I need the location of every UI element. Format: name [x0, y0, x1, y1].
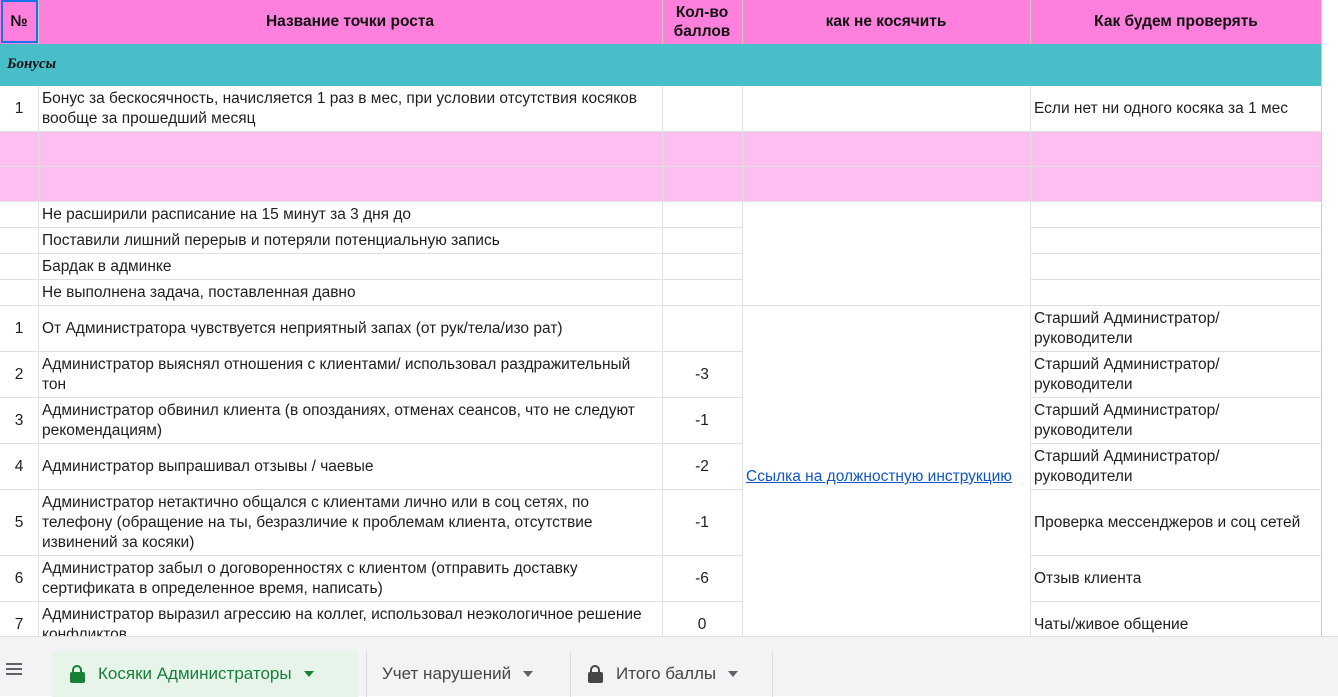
row-num[interactable]: 5: [0, 490, 38, 556]
header-how-not[interactable]: как не косячить: [742, 0, 1030, 44]
chevron-down-icon[interactable]: [303, 671, 314, 677]
link-text[interactable]: Ссылка на должностную инструкцию: [746, 467, 1012, 487]
lock-icon: [70, 665, 85, 683]
plain-row-name[interactable]: Не расширили расписание на 15 минут за 3…: [38, 202, 662, 228]
pink-empty-row[interactable]: [0, 166, 1322, 201]
plain-row-name[interactable]: Не выполнена задача, поставленная давно: [38, 280, 662, 306]
section-title: Бонусы: [7, 56, 57, 72]
chevron-down-icon[interactable]: [728, 671, 739, 677]
row-points[interactable]: -2: [662, 444, 742, 490]
pink-empty-row[interactable]: [0, 131, 1322, 166]
row-name[interactable]: Администратор обвинил клиента (в опоздан…: [38, 398, 662, 444]
header-points[interactable]: Кол-во баллов: [662, 0, 742, 44]
row-num[interactable]: 2: [0, 352, 38, 398]
row-num[interactable]: 4: [0, 444, 38, 490]
row-check[interactable]: Старший Администратор/руководители: [1030, 306, 1322, 352]
spreadsheet-grid[interactable]: № Название точки роста Кол-во баллов как…: [0, 0, 1338, 636]
row-check[interactable]: Старший Администратор/руководители: [1030, 444, 1322, 490]
row-check[interactable]: Старший Администратор/руководители: [1030, 398, 1322, 444]
bonus-num[interactable]: 1: [0, 86, 38, 131]
row-name[interactable]: Администратор нетактично общался с клиен…: [38, 490, 662, 556]
plain-row-name[interactable]: Поставили лишний перерыв и потеряли поте…: [38, 228, 662, 254]
lock-icon: [588, 665, 603, 683]
row-check[interactable]: Отзыв клиента: [1030, 556, 1322, 602]
row-num[interactable]: 7: [0, 602, 38, 636]
row-points[interactable]: -3: [662, 352, 742, 398]
header-check[interactable]: Как будем проверять: [1030, 0, 1322, 44]
header-name[interactable]: Название точки роста: [38, 0, 662, 44]
row-points[interactable]: 0: [662, 602, 742, 636]
tab-label: Учет нарушений: [382, 664, 512, 683]
tab-label: Косяки Администраторы: [98, 664, 292, 683]
plain-row-name[interactable]: Бардак в админке: [38, 254, 662, 280]
row-num[interactable]: 1: [0, 306, 38, 352]
bonus-name[interactable]: Бонус за бескосячность, начисляется 1 ра…: [38, 86, 662, 131]
tab-itogo-bally[interactable]: Итого баллы: [570, 651, 770, 697]
row-check[interactable]: Чаты/живое общение: [1030, 602, 1322, 636]
tab-label: Итого баллы: [616, 664, 717, 683]
row-points[interactable]: [662, 306, 742, 352]
job-description-link[interactable]: Ссылка на должностную инструкцию: [742, 306, 1030, 636]
row-check[interactable]: Старший Администратор/руководители: [1030, 352, 1322, 398]
bonus-check[interactable]: Если нет ни одного косяка за 1 мес: [1030, 86, 1322, 131]
section-row-bonuses[interactable]: Бонусы: [0, 44, 1322, 86]
row-name[interactable]: От Администратора чувствуется неприятный…: [38, 306, 662, 352]
row-name[interactable]: Администратор забыл о договоренностях с …: [38, 556, 662, 602]
chevron-down-icon[interactable]: [523, 671, 534, 677]
row-num[interactable]: 3: [0, 398, 38, 444]
selected-cell-outline: [1, 0, 38, 43]
row-check[interactable]: Проверка мессенджеров и соц сетей: [1030, 490, 1322, 556]
sheet-tab-bar: Косяки Администраторы Учет нарушений Ито…: [0, 636, 1338, 697]
row-points[interactable]: -1: [662, 490, 742, 556]
tab-kosyaki-administratory[interactable]: Косяки Администраторы: [52, 651, 358, 697]
row-points[interactable]: -1: [662, 398, 742, 444]
row-num[interactable]: 6: [0, 556, 38, 602]
all-sheets-menu-icon[interactable]: [6, 663, 22, 677]
tab-uchet-narusheniy[interactable]: Учет нарушений: [366, 651, 570, 697]
row-points[interactable]: -6: [662, 556, 742, 602]
row-name[interactable]: Администратор выразил агрессию на коллег…: [38, 602, 662, 636]
row-name[interactable]: Администратор выяснял отношения с клиент…: [38, 352, 662, 398]
row-name[interactable]: Администратор выпрашивал отзывы / чаевые: [38, 444, 662, 490]
